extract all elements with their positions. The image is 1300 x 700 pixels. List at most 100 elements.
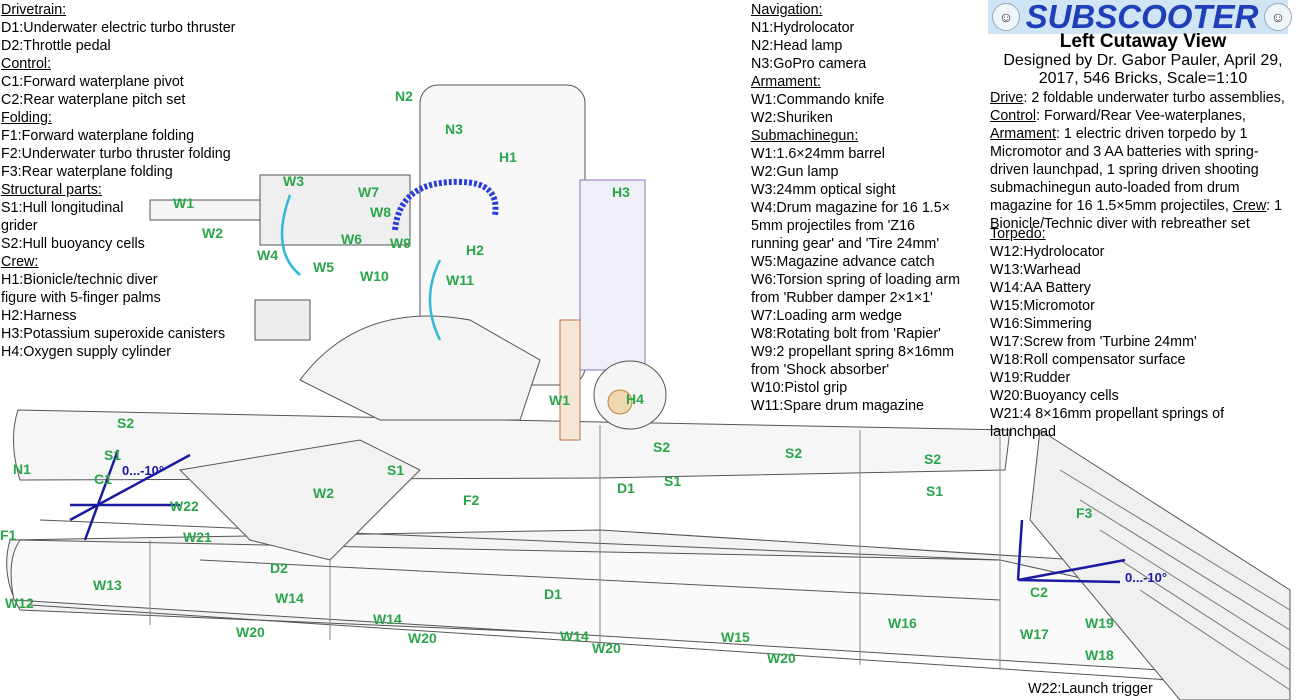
callout-w10: W10: [360, 268, 389, 284]
submachinegun-heading: Submachinegun:: [751, 128, 859, 144]
legend-item: W7:Loading arm wedge: [751, 308, 902, 324]
legend-item: W21:4 8×16mm propellant springs of: [990, 406, 1225, 422]
callout-s1: S1: [926, 483, 943, 499]
callout-n3: N3: [445, 121, 463, 137]
mascot-right-icon: ☺: [1264, 3, 1292, 31]
legend-item: H2:Harness: [1, 308, 77, 324]
legend-right: Torpedo: W12:Hydrolocator W13:Warhead W1…: [990, 225, 1295, 441]
callout-w21: W21: [183, 529, 212, 545]
callout-h3: H3: [612, 184, 630, 200]
legend-item: F2:Underwater turbo thruster folding: [1, 146, 231, 162]
legend-left: Drivetrain: D1:Underwater electric turbo…: [1, 1, 301, 361]
legend-item: 5mm projectiles from 'Z16: [751, 218, 916, 234]
rear-angle-label: 0...-10°: [1125, 570, 1167, 585]
legend-item: W20:Buoyancy cells: [990, 388, 1119, 404]
view-title: Left Cutaway View: [1059, 31, 1227, 52]
legend-item: W10:Pistol grip: [751, 380, 848, 396]
callout-d2: D2: [270, 560, 288, 576]
callout-w1: W1: [549, 392, 570, 408]
callout-w22: W22: [170, 498, 199, 514]
callout-h1: H1: [499, 149, 517, 165]
mascot-left-icon: ☺: [992, 3, 1020, 31]
callout-w20: W20: [408, 630, 437, 646]
legend-item: figure with 5-finger palms: [1, 290, 161, 306]
callout-w17: W17: [1020, 626, 1049, 642]
legend-item: S1:Hull longitudinal: [1, 200, 124, 216]
legend-item: C2:Rear waterplane pitch set: [1, 92, 186, 108]
callout-w15: W15: [721, 629, 750, 645]
legend-item: launchpad: [990, 424, 1056, 440]
callout-s2: S2: [785, 445, 802, 461]
legend-item: N3:GoPro camera: [751, 56, 867, 72]
legend-item: W16:Simmering: [990, 316, 1092, 332]
legend-item: H1:Bionicle/technic diver: [1, 272, 158, 288]
callout-h2: H2: [466, 242, 484, 258]
navigation-heading: Navigation:: [751, 2, 823, 18]
callout-s1: S1: [387, 462, 404, 478]
legend-item: W19:Rudder: [990, 370, 1071, 386]
legend-item: W6:Torsion spring of loading arm: [751, 272, 960, 288]
legend-item: W14:AA Battery: [990, 280, 1091, 296]
legend-item: running gear' and 'Tire 24mm': [751, 236, 940, 252]
callout-w20: W20: [236, 624, 265, 640]
callout-s2: S2: [653, 439, 670, 455]
design-description: Drive: 2 foldable underwater turbo assem…: [990, 89, 1290, 233]
callout-f3: F3: [1076, 505, 1093, 521]
callout-d1: D1: [544, 586, 562, 602]
forward-angle-label: 0...-10°: [122, 463, 164, 478]
callout-w6: W6: [341, 231, 362, 247]
callout-w18: W18: [1085, 647, 1114, 663]
legend-item: W2:Gun lamp: [751, 164, 839, 180]
callout-c1: C1: [94, 471, 112, 487]
legend-item: from 'Shock absorber': [751, 362, 890, 378]
callout-w8: W8: [370, 204, 391, 220]
callout-w20: W20: [767, 650, 796, 666]
legend-item: W4:Drum magazine for 16 1.5×: [751, 200, 951, 216]
callout-w14: W14: [560, 628, 589, 644]
callout-w14: W14: [373, 611, 402, 627]
control-heading: Control:: [1, 56, 52, 72]
legend-item: W12:Hydrolocator: [990, 244, 1105, 260]
callout-s2: S2: [117, 415, 134, 431]
callout-s1: S1: [664, 473, 681, 489]
designer-credit: Designed by Dr. Gabor Pauler, April 29, …: [1003, 52, 1283, 87]
callout-w12: W12: [5, 595, 34, 611]
callout-w5: W5: [313, 259, 334, 275]
legend-item: S2:Hull buoyancy cells: [1, 236, 145, 252]
torpedo-heading: Torpedo:: [990, 226, 1046, 242]
legend-item: F3:Rear waterplane folding: [1, 164, 173, 180]
legend-item: W17:Screw from 'Turbine 24mm': [990, 334, 1197, 350]
callout-f2: F2: [463, 492, 480, 508]
callout-w11: W11: [446, 272, 474, 288]
callout-n2: N2: [395, 88, 413, 104]
legend-item: F1:Forward waterplane folding: [1, 128, 195, 144]
legend-middle: Navigation: N1:Hydrolocator N2:Head lamp…: [751, 1, 986, 415]
callout-w19: W19: [1085, 615, 1114, 631]
legend-item: W1:Commando knife: [751, 92, 885, 108]
desc-crew-heading: Crew: [1232, 198, 1267, 214]
legend-item: D1:Underwater electric turbo thruster: [1, 20, 236, 36]
desc-control-heading: Control: [990, 108, 1037, 124]
legend-item: N2:Head lamp: [751, 38, 843, 54]
callout-w13: W13: [93, 577, 122, 593]
desc-control-text: : Forward/Rear Vee-waterplanes,: [1036, 108, 1246, 124]
legend-item: from 'Rubber damper 2×1×1': [751, 290, 933, 306]
callout-w14: W14: [275, 590, 304, 606]
legend-item: W8:Rotating bolt from 'Rapier': [751, 326, 941, 342]
legend-item: W9:2 propellant spring 8×16mm: [751, 344, 955, 360]
armament-heading: Armament:: [751, 74, 821, 90]
legend-item: N1:Hydrolocator: [751, 20, 855, 36]
legend-item: C1:Forward waterplane pivot: [1, 74, 184, 90]
callout-s2: S2: [924, 451, 941, 467]
callout-s1: S1: [104, 447, 121, 463]
legend-item: W13:Warhead: [990, 262, 1081, 278]
legend-item: W11:Spare drum magazine: [751, 398, 924, 414]
structural-heading: Structural parts:: [1, 182, 102, 198]
callout-c2: C2: [1030, 584, 1048, 600]
desc-armament-heading: Armament: [990, 126, 1056, 142]
callout-w9: W9: [390, 235, 411, 251]
callout-n1: N1: [13, 461, 31, 477]
subscooter-logo: ☺ SUBSCOOTER ☺: [988, 0, 1292, 35]
folding-heading: Folding:: [1, 110, 52, 126]
legend-item: H3:Potassium superoxide canisters: [1, 326, 226, 342]
